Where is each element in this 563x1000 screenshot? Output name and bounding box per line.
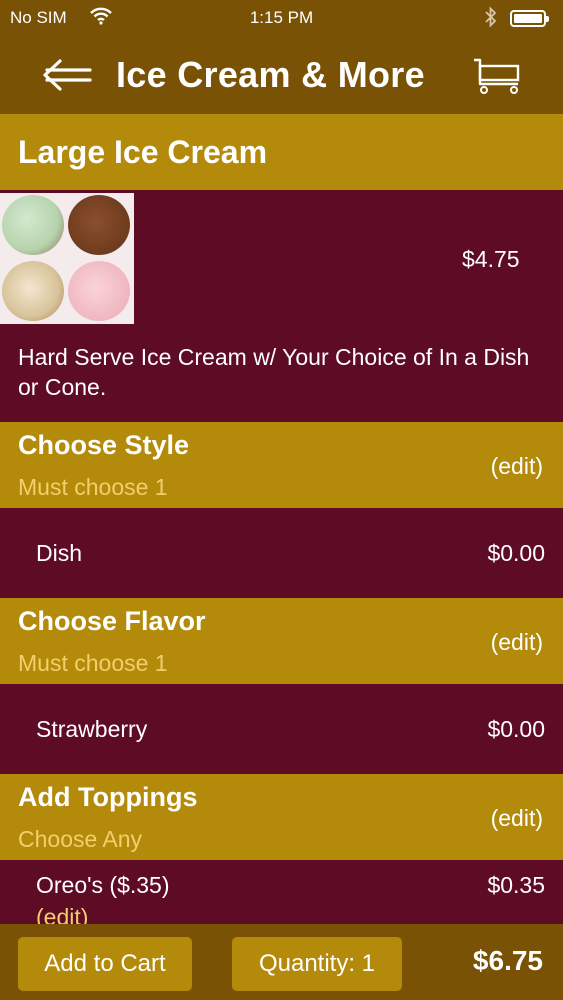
edit-style-link[interactable]: (edit) [491,453,543,480]
bottom-bar: Add to Cart Quantity: 1 $6.75 [0,924,563,1000]
cookie-dough-scoop [2,261,64,321]
group-title: Choose Style [18,430,190,460]
group-header-flavor: Choose Flavor Must choose 1 (edit) [0,598,563,684]
back-arrow-icon[interactable] [40,56,94,94]
group-requirement: Choose Any [18,826,143,852]
option-price: $0.35 [487,872,545,898]
edit-toppings-link[interactable]: (edit) [491,805,543,832]
status-bar: No SIM 1:15 PM [0,0,563,36]
battery-icon [510,10,549,27]
option-name: Oreo's ($.35) [36,872,170,898]
quantity-button[interactable]: Quantity: 1 [232,937,402,991]
order-total: $6.75 [472,945,543,976]
item-name: Large Ice Cream [18,134,268,170]
bluetooth-icon [484,6,498,33]
add-to-cart-button[interactable]: Add to Cart [18,937,192,991]
item-header: Large Ice Cream [0,114,563,190]
item-details: $4.75 Hard Serve Ice Cream w/ Your Choic… [0,190,563,422]
nav-bar: Ice Cream & More [0,36,563,114]
selected-option-flavor[interactable]: Strawberry $0.00 [0,684,563,774]
group-requirement: Must choose 1 [18,474,168,500]
status-time: 1:15 PM [249,8,314,27]
chocolate-scoop [68,195,130,255]
group-requirement: Must choose 1 [18,650,168,676]
item-photo [0,193,134,324]
selected-option-style[interactable]: Dish $0.00 [0,508,563,598]
cart-icon[interactable] [472,56,522,96]
option-price: $0.00 [487,540,545,566]
edit-topping-link[interactable]: (edit) [36,904,88,924]
option-name: Dish [36,540,83,566]
selected-option-topping[interactable]: Oreo's ($.35) $0.35 (edit) [0,860,563,924]
strawberry-scoop [68,261,130,321]
edit-flavor-link[interactable]: (edit) [491,629,543,656]
group-title: Add Toppings [18,782,198,812]
item-description: Hard Serve Ice Cream w/ Your Choice of I… [18,344,530,400]
group-header-style: Choose Style Must choose 1 (edit) [0,422,563,508]
option-name: Strawberry [36,716,148,742]
item-price: $4.75 [462,246,520,272]
group-title: Choose Flavor [18,606,206,636]
mint-chip-scoop [2,195,64,255]
option-price: $0.00 [487,716,545,742]
page-title: Ice Cream & More [116,54,425,95]
group-header-toppings: Add Toppings Choose Any (edit) [0,774,563,860]
